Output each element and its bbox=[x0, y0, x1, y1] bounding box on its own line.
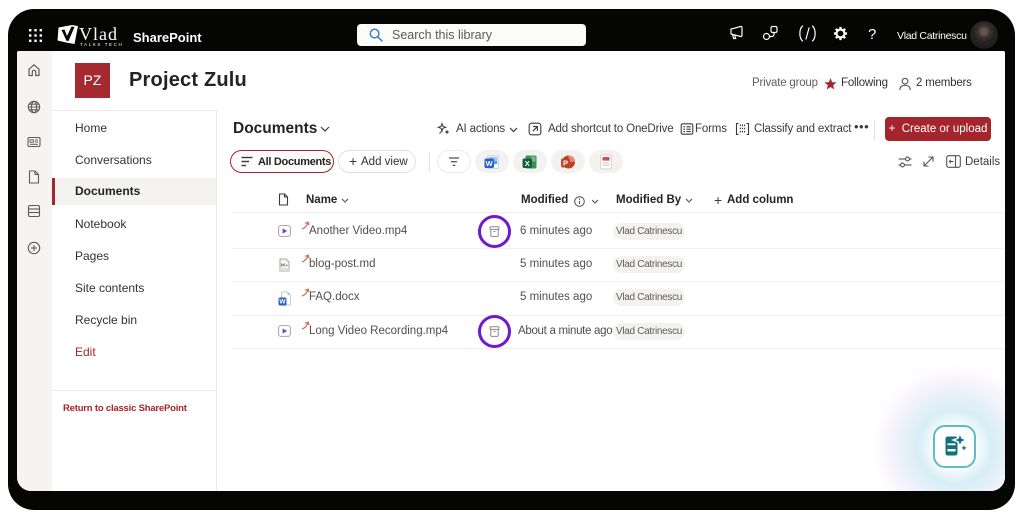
svg-text:X: X bbox=[525, 159, 530, 168]
svg-text:W: W bbox=[486, 159, 494, 168]
svg-text:W: W bbox=[279, 299, 286, 306]
svg-text:P: P bbox=[563, 159, 568, 168]
